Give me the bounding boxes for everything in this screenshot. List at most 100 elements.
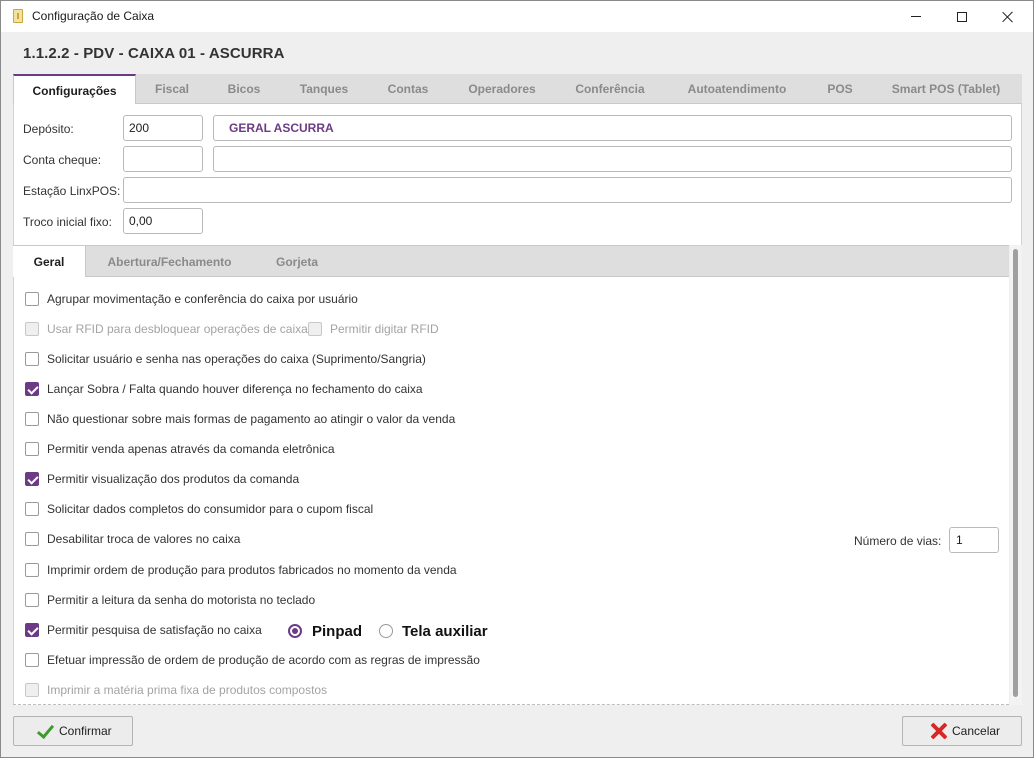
option-label: Não questionar sobre mais formas de paga… [47, 412, 456, 426]
cancel-button[interactable]: Cancelar [902, 716, 1022, 746]
checkbox[interactable] [25, 292, 39, 306]
check-icon [36, 722, 54, 740]
estacao-label: Estação LinxPOS: [23, 184, 121, 198]
confirm-button[interactable]: Confirmar [13, 716, 133, 746]
option-label: Permitir a leitura da senha do motorista… [47, 593, 316, 607]
tab-smart-pos[interactable]: Smart POS (Tablet) [870, 74, 1022, 104]
tab-configuracoes[interactable]: Configurações [13, 74, 136, 105]
deposito-label: Depósito: [23, 122, 74, 136]
conta-cheque-label: Conta cheque: [23, 153, 102, 167]
option-imprimir-ordem-producao[interactable]: Imprimir ordem de produção para produtos… [25, 562, 457, 578]
option-leitura-senha-motorista[interactable]: Permitir a leitura da senha do motorista… [25, 592, 315, 608]
checkbox[interactable] [25, 442, 39, 456]
scrollbar-thumb[interactable] [1013, 249, 1018, 697]
radio-tela-auxiliar[interactable]: Tela auxiliar [379, 622, 488, 640]
confirm-label: Confirmar [59, 724, 112, 738]
sub-tab-bar: Geral Abertura/Fechamento Gorjeta [13, 245, 1009, 278]
main-tab-bar: Configurações Fiscal Bicos Tanques Conta… [13, 74, 1022, 105]
minimize-button[interactable] [893, 1, 939, 32]
option-materia-prima-fixa: Imprimir a matéria prima fixa de produto… [25, 682, 327, 698]
checkbox[interactable] [25, 502, 39, 516]
checkbox [25, 322, 39, 336]
option-label: Imprimir ordem de produção para produtos… [47, 563, 457, 577]
close-icon [1002, 11, 1014, 23]
maximize-button[interactable] [939, 1, 985, 32]
option-label: Agrupar movimentação e conferência do ca… [47, 292, 358, 306]
option-lancar-sobra-falta[interactable]: Lançar Sobra / Falta quando houver difer… [25, 381, 423, 397]
window-title: Configuração de Caixa [32, 9, 155, 23]
tab-operadores[interactable]: Operadores [448, 74, 556, 104]
option-label: Lançar Sobra / Falta quando houver difer… [47, 382, 423, 396]
checkbox[interactable] [25, 352, 39, 366]
deposito-name-field[interactable]: GERAL ASCURRA [213, 115, 1012, 141]
checkbox-checked[interactable] [25, 472, 39, 486]
config-window: Configuração de Caixa 1.1.2.2 - PDV - CA… [0, 0, 1034, 758]
option-label: Solicitar usuário e senha nas operações … [47, 352, 426, 366]
tab-abertura-fechamento[interactable]: Abertura/Fechamento [86, 246, 253, 277]
estacao-input[interactable] [123, 177, 1012, 203]
checkbox-checked[interactable] [25, 382, 39, 396]
troco-input[interactable]: 0,00 [123, 208, 203, 234]
geral-options-panel [13, 277, 1009, 705]
page-title: 1.1.2.2 - PDV - CAIXA 01 - ASCURRA [23, 45, 285, 62]
checkbox [25, 683, 39, 697]
cancel-x-icon [931, 723, 947, 739]
option-agrupar-movimentacao[interactable]: Agrupar movimentação e conferência do ca… [25, 291, 358, 307]
conta-cheque-name-field[interactable] [213, 146, 1012, 172]
close-button[interactable] [985, 1, 1031, 32]
tab-tanques[interactable]: Tanques [280, 74, 368, 104]
option-label: Solicitar dados completos do consumidor … [47, 502, 374, 516]
option-label: Permitir pesquisa de satisfação no caixa [47, 623, 262, 637]
troco-label: Troco inicial fixo: [23, 215, 112, 229]
checkbox[interactable] [25, 563, 39, 577]
app-icon [13, 9, 23, 23]
radio-label: Pinpad [312, 622, 363, 640]
tab-fiscal[interactable]: Fiscal [136, 74, 208, 104]
checkbox[interactable] [25, 593, 39, 607]
option-desabilitar-troca-valores[interactable]: Desabilitar troca de valores no caixa [25, 531, 240, 547]
tab-bicos[interactable]: Bicos [208, 74, 280, 104]
option-label: Permitir digitar RFID [330, 322, 439, 336]
checkbox [308, 322, 322, 336]
option-venda-comanda-eletronica[interactable]: Permitir venda apenas através da comanda… [25, 441, 335, 457]
option-label: Desabilitar troca de valores no caixa [47, 532, 241, 546]
option-nao-questionar-pagamento[interactable]: Não questionar sobre mais formas de paga… [25, 411, 455, 427]
option-permitir-digitar-rfid: Permitir digitar RFID [308, 321, 439, 337]
tab-autoatendimento[interactable]: Autoatendimento [664, 74, 810, 104]
title-bar: Configuração de Caixa [1, 1, 1033, 32]
cancel-label: Cancelar [952, 724, 1001, 738]
radio-label: Tela auxiliar [402, 622, 488, 640]
panel-divider [13, 704, 1009, 705]
option-usar-rfid: Usar RFID para desbloquear operações de … [25, 321, 308, 337]
option-solicitar-usuario-senha[interactable]: Solicitar usuário e senha nas operações … [25, 351, 426, 367]
option-dados-consumidor[interactable]: Solicitar dados completos do consumidor … [25, 501, 373, 517]
tab-contas[interactable]: Contas [368, 74, 448, 104]
checkbox[interactable] [25, 532, 39, 546]
option-regras-impressao[interactable]: Efetuar impressão de ordem de produção d… [25, 652, 480, 668]
deposito-code-input[interactable]: 200 [123, 115, 203, 141]
option-label: Permitir visualização dos produtos da co… [47, 472, 300, 486]
vertical-scrollbar[interactable] [1010, 245, 1022, 705]
option-label: Usar RFID para desbloquear operações de … [47, 322, 308, 336]
option-visualizacao-produtos-comanda[interactable]: Permitir visualização dos produtos da co… [25, 471, 299, 487]
checkbox-checked[interactable] [25, 623, 39, 637]
option-pesquisa-satisfacao[interactable]: Permitir pesquisa de satisfação no caixa [25, 622, 262, 638]
checkbox[interactable] [25, 412, 39, 426]
option-label: Efetuar impressão de ordem de produção d… [47, 653, 480, 667]
maximize-icon [957, 11, 967, 22]
tab-conferencia[interactable]: Conferência [556, 74, 664, 104]
checkbox[interactable] [25, 653, 39, 667]
numero-vias-input[interactable]: 1 [949, 527, 999, 553]
tab-pos[interactable]: POS [810, 74, 870, 104]
numero-vias-label: Número de vias: [854, 534, 942, 548]
tab-gorjeta[interactable]: Gorjeta [253, 246, 341, 277]
tab-geral[interactable]: Geral [13, 246, 86, 278]
page-header: 1.1.2.2 - PDV - CAIXA 01 - ASCURRA [1, 32, 1033, 74]
option-label: Imprimir a matéria prima fixa de produto… [47, 683, 328, 697]
conta-cheque-code-input[interactable] [123, 146, 203, 172]
option-label: Permitir venda apenas através da comanda… [47, 442, 335, 456]
minimize-icon [911, 16, 921, 17]
radio-button-checked[interactable] [288, 624, 302, 638]
radio-button[interactable] [379, 624, 393, 638]
radio-pinpad[interactable]: Pinpad [288, 622, 362, 640]
